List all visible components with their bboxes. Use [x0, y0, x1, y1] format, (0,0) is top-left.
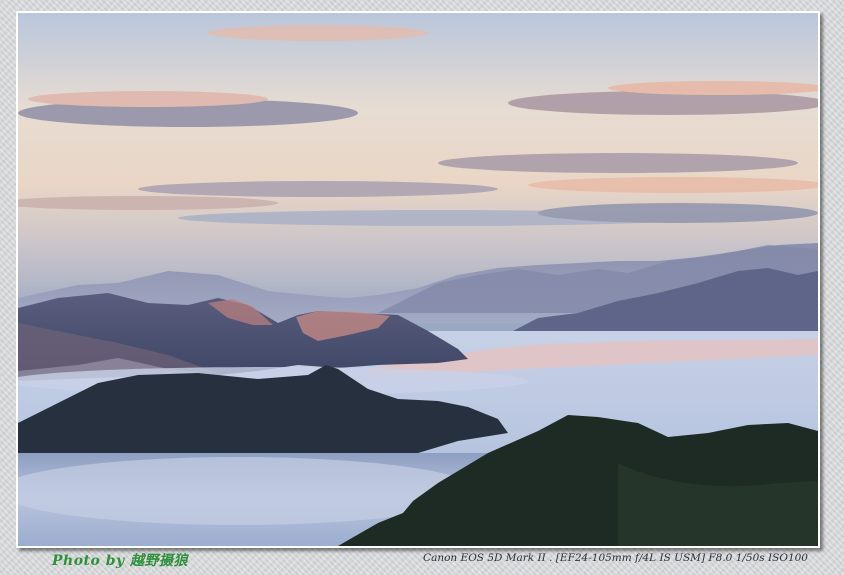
exif-caption: Canon EOS 5D Mark II . [EF24-105mm f/4L … [423, 552, 808, 564]
photographer-signature: Photo by 越野摄狼 [52, 553, 189, 569]
photo-frame [16, 11, 820, 548]
landscape-photo [18, 13, 818, 546]
